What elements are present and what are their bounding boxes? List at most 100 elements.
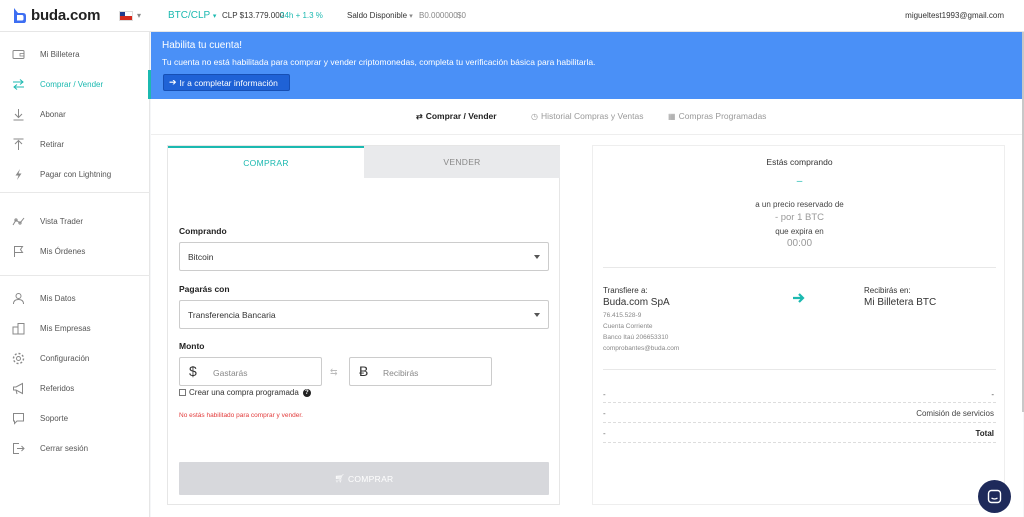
sidebar: Mi Billetera Comprar / Vender Abonar Ret… (0, 32, 151, 517)
summary-amount: – (796, 176, 803, 187)
tab-historial[interactable]: ◷ Historial Compras y Ventas (531, 111, 644, 121)
tab-sell[interactable]: VENDER (364, 146, 560, 178)
buda-logo[interactable]: buda.com (12, 7, 100, 24)
market-change: 24h + 1.3 % (280, 11, 323, 20)
commission-label: Comisión de servicios (916, 409, 994, 418)
sidebar-item-mis-empresas[interactable]: Mis Empresas (0, 314, 150, 342)
help-icon[interactable]: ? (302, 388, 311, 397)
transfer-name: Buda.com SpA (603, 297, 670, 308)
buying-label: Comprando (179, 226, 227, 236)
currency-select[interactable]: Bitcoin (179, 242, 549, 271)
row-divider (603, 402, 996, 403)
tab-compras-programadas[interactable]: ▦ Compras Programadas (668, 111, 766, 121)
chat-icon (12, 412, 25, 425)
sidebar-divider (0, 275, 150, 276)
order-summary: Estás comprando – a un precio reservado … (592, 145, 1005, 505)
chile-flag-icon[interactable] (119, 11, 133, 21)
top-bar: buda.com ▾ BTC/CLP ▾ CLP $13.779.000 24h… (0, 0, 1024, 32)
sidebar-item-mis-datos[interactable]: Mis Datos (0, 284, 150, 312)
order-form: COMPRAR VENDER Comprando Bitcoin Pagarás… (167, 145, 560, 505)
receive-label: Recibirás en: (864, 286, 911, 295)
tabs-divider (151, 134, 1023, 135)
sidebar-item-vista-trader[interactable]: Vista Trader (0, 207, 150, 235)
sidebar-item-soporte[interactable]: Soporte (0, 404, 150, 432)
caret-down-icon (534, 313, 540, 317)
lightning-icon (12, 168, 25, 181)
summary-title: Estás comprando (766, 157, 833, 167)
balance-selector[interactable]: Saldo Disponible ▾ (347, 11, 413, 20)
verification-banner: Habilita tu cuenta! Tu cuenta no está ha… (151, 32, 1023, 99)
sidebar-item-abonar[interactable]: Abonar (0, 100, 150, 128)
calendar-icon: ▦ (668, 111, 676, 121)
exchange-icon: ⇄ (416, 111, 423, 121)
bitcoin-icon: Ƀ (359, 363, 369, 379)
row-left: - (603, 409, 606, 418)
spend-input[interactable]: $ Gastarás (179, 357, 322, 386)
row-left: - (603, 390, 606, 399)
row-left: - (603, 429, 606, 438)
flag-icon (12, 245, 25, 258)
arrow-right-icon (793, 293, 805, 303)
wallet-icon (12, 48, 25, 61)
balance-btc: B0.000000 (419, 11, 458, 20)
logo-text: buda.com (31, 7, 101, 24)
tab-buy[interactable]: COMPRAR (168, 146, 364, 178)
balance-clp: $0 (457, 11, 466, 20)
error-message: No estás habilitado para comprar y vende… (179, 412, 303, 419)
summary-divider (603, 369, 996, 370)
expires-text: que expira en (775, 227, 824, 236)
download-arrow-icon (12, 108, 25, 121)
active-indicator (148, 70, 151, 99)
sidebar-item-comprar-vender[interactable]: Comprar / Vender (0, 70, 151, 98)
total-label: Total (975, 429, 994, 438)
scheduled-purchase-checkbox[interactable]: Crear una compra programada ? (179, 388, 311, 397)
buy-button[interactable]: 🛒︎ COMPRAR (179, 462, 549, 495)
chat-bubble-icon (987, 489, 1002, 504)
sidebar-item-mis-ordenes[interactable]: Mis Órdenes (0, 237, 150, 265)
swap-icon: ⇆ (330, 367, 338, 377)
sidebar-item-configuracion[interactable]: Configuración (0, 344, 150, 372)
banner-text: Tu cuenta no está habilitada para compra… (162, 57, 596, 67)
logout-icon (12, 442, 25, 455)
transfer-account: Cuenta Corriente (603, 323, 653, 330)
caret-down-icon (534, 255, 540, 259)
complete-info-button[interactable]: ➔ Ir a completar información (163, 74, 290, 91)
cart-icon: 🛒︎ (334, 474, 345, 483)
row-divider (603, 442, 996, 443)
building-icon (12, 322, 25, 335)
row-divider (603, 422, 996, 423)
arrow-right-icon: ➔ (169, 77, 177, 87)
country-chevron-down-icon[interactable]: ▾ (137, 11, 141, 20)
upload-arrow-icon (12, 138, 25, 151)
receive-input[interactable]: Ƀ Recibirás (349, 357, 492, 386)
sidebar-item-mi-billetera[interactable]: Mi Billetera (0, 40, 150, 68)
exchange-icon (12, 78, 25, 91)
sidebar-divider (0, 192, 150, 193)
transfer-label: Transfiere a: (603, 286, 648, 295)
summary-divider (603, 267, 996, 268)
reserved-price-text: a un precio reservado de (755, 200, 844, 209)
price-per-btc: - por 1 BTC (774, 212, 825, 223)
gear-icon (12, 352, 25, 365)
market-price: CLP $13.779.000 (222, 11, 285, 20)
transfer-email: comprobantes@buda.com (603, 345, 680, 352)
user-email-menu[interactable]: migueltest1993@gmail.com (905, 11, 1004, 20)
payment-method-select[interactable]: Transferencia Bancaria (179, 300, 549, 329)
market-pair-selector[interactable]: BTC/CLP ▾ (168, 10, 216, 21)
checkbox[interactable] (179, 389, 186, 396)
amount-label: Monto (179, 341, 205, 351)
banner-title: Habilita tu cuenta! (162, 40, 243, 51)
clock-icon: ◷ (531, 111, 538, 121)
sidebar-item-lightning[interactable]: Pagar con Lightning (0, 160, 150, 188)
support-chat-button[interactable] (978, 480, 1011, 513)
receive-wallet: Mi Billetera BTC (864, 297, 937, 308)
sidebar-item-referidos[interactable]: Referidos (0, 374, 150, 402)
chart-line-icon (12, 215, 25, 228)
user-icon (12, 292, 25, 305)
row-right: - (991, 390, 994, 399)
dollar-icon: $ (189, 363, 197, 379)
pay-with-label: Pagarás con (179, 284, 230, 294)
sidebar-item-retirar[interactable]: Retirar (0, 130, 150, 158)
tab-comprar-vender[interactable]: ⇄ Comprar / Vender (416, 111, 497, 121)
sidebar-item-cerrar-sesion[interactable]: Cerrar sesión (0, 434, 150, 462)
